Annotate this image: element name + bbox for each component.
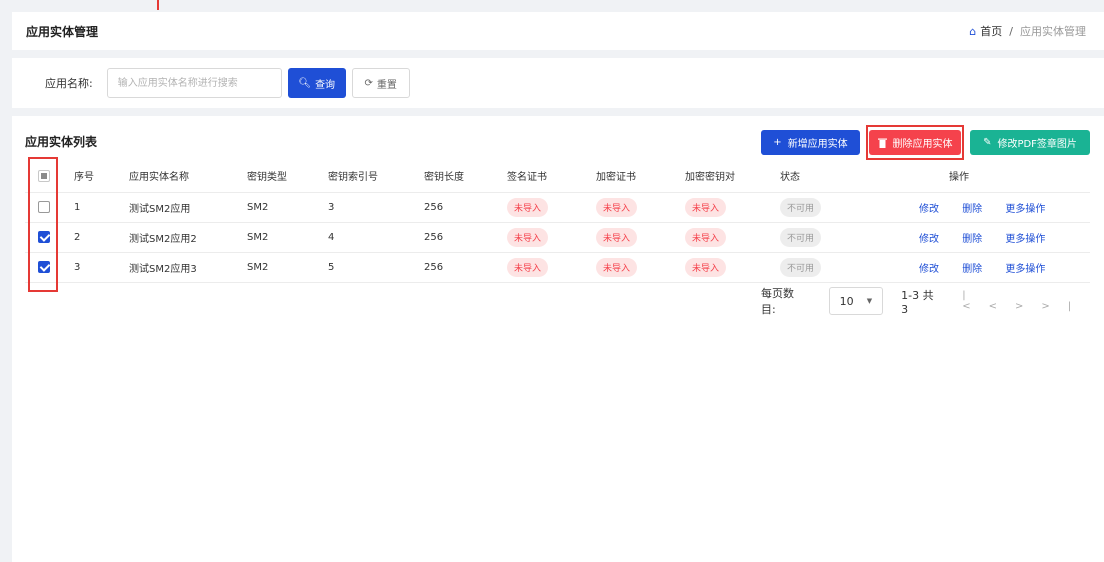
search-icon: 🔍︎: [298, 77, 312, 89]
sign-cert-badge: 未导入: [507, 197, 549, 217]
column-header: 序号: [74, 160, 129, 193]
list-title: 应用实体列表: [25, 135, 98, 149]
edit-pdf-seal-button[interactable]: ✎ 修改PDF签章图片: [970, 130, 1090, 155]
home-icon[interactable]: ⌂: [969, 25, 976, 38]
delete-entity-label: 删除应用实体: [892, 139, 953, 150]
column-header: 密钥长度: [424, 160, 507, 193]
page-nav: |<<>>|: [962, 290, 1104, 312]
row-key-type: SM2: [247, 252, 328, 283]
red-marker: [157, 0, 159, 10]
reset-button-label: 重置: [376, 79, 397, 91]
plus-icon: +: [773, 137, 782, 148]
breadcrumb: ⌂ 首页 / 应用实体管理: [969, 23, 1086, 39]
edit-link[interactable]: 修改: [919, 200, 939, 215]
column-header: 应用实体名称: [129, 160, 247, 193]
sign-cert-badge: 未导入: [507, 227, 549, 247]
row-checkbox[interactable]: [38, 201, 50, 213]
row-entity-name: 测试SM2应用: [129, 192, 247, 223]
pagination: 每页数目: 10 ▼ 1-3 共 3 |<<>>|: [761, 286, 1104, 316]
refresh-icon: ⟳: [364, 77, 373, 89]
table-row: 2 测试SM2应用2 SM2 4 256 未导入 未导入 未导入 不可用 修改 …: [25, 222, 1090, 253]
entity-table: 序号 应用实体名称 密钥类型 密钥索引号 密钥长度 签名证书 加密证书 加密密钥…: [25, 160, 1090, 283]
breadcrumb-separator: /: [1009, 24, 1013, 38]
enc-cert-badge: 未导入: [596, 197, 638, 217]
app-name-search-input[interactable]: [106, 68, 282, 98]
more-actions-link[interactable]: 更多操作: [1005, 260, 1045, 275]
enc-keypair-badge: 未导入: [685, 197, 727, 217]
page-size-value: 10: [839, 294, 854, 308]
table-row: 1 测试SM2应用 SM2 3 256 未导入 未导入 未导入 不可用 修改 删…: [25, 192, 1090, 223]
entity-list-panel: 应用实体列表 + 新增应用实体 删除应用实体 ✎ 修改PDF签章图片 序号 应用…: [12, 116, 1104, 562]
breadcrumb-current: 应用实体管理: [1020, 25, 1086, 38]
add-entity-label: 新增应用实体: [787, 139, 848, 150]
select-all-checkbox[interactable]: [38, 169, 50, 182]
search-button-label: 查询: [315, 79, 336, 91]
more-actions-link[interactable]: 更多操作: [1005, 230, 1045, 245]
row-number: 3: [74, 252, 129, 283]
reset-button[interactable]: ⟳ 重置: [351, 68, 410, 98]
more-actions-link[interactable]: 更多操作: [1005, 200, 1045, 215]
next-page-icon[interactable]: >: [1015, 301, 1041, 312]
enc-cert-badge: 未导入: [596, 227, 638, 247]
page-header: 应用实体管理 ⌂ 首页 / 应用实体管理: [12, 12, 1104, 50]
page-size-label: 每页数目:: [761, 287, 794, 316]
row-checkbox[interactable]: [38, 231, 50, 243]
row-number: 1: [74, 192, 129, 223]
column-header: 加密密钥对: [685, 160, 780, 193]
column-header: 加密证书: [596, 160, 685, 193]
table-row: 3 测试SM2应用3 SM2 5 256 未导入 未导入 未导入 不可用 修改 …: [25, 252, 1090, 283]
edit-pdf-seal-label: 修改PDF签章图片: [997, 139, 1077, 150]
search-bar: 应用名称: 🔍︎ 查询 ⟳ 重置: [12, 58, 1104, 108]
enc-keypair-badge: 未导入: [685, 227, 727, 247]
breadcrumb-home[interactable]: 首页: [980, 23, 1002, 39]
page-range: 1-3 共 3: [901, 288, 934, 316]
add-entity-button[interactable]: + 新增应用实体: [761, 130, 860, 155]
sign-cert-badge: 未导入: [507, 257, 549, 277]
trash-icon: [877, 138, 887, 148]
row-key-length: 256: [424, 252, 507, 283]
table-header-row: 序号 应用实体名称 密钥类型 密钥索引号 密钥长度 签名证书 加密证书 加密密钥…: [25, 160, 1090, 193]
row-entity-name: 测试SM2应用2: [129, 222, 247, 253]
row-entity-name: 测试SM2应用3: [129, 252, 247, 283]
row-key-length: 256: [424, 222, 507, 253]
column-header: 签名证书: [507, 160, 596, 193]
chevron-down-icon: ▼: [866, 297, 873, 305]
page-title: 应用实体管理: [26, 24, 99, 39]
row-checkbox[interactable]: [38, 261, 50, 273]
column-header: 密钥类型: [247, 160, 328, 193]
delete-link[interactable]: 删除: [962, 260, 982, 275]
prev-page-icon[interactable]: <: [989, 301, 1015, 312]
status-badge: 不可用: [780, 197, 822, 217]
row-key-length: 256: [424, 192, 507, 223]
row-number: 2: [74, 222, 129, 253]
column-header: 操作: [877, 160, 1090, 193]
row-key-type: SM2: [247, 222, 328, 253]
status-badge: 不可用: [780, 227, 822, 247]
app-name-label: 应用名称:: [45, 77, 93, 90]
edit-link[interactable]: 修改: [919, 230, 939, 245]
column-header: 状态: [780, 160, 877, 193]
delete-entity-button[interactable]: 删除应用实体: [869, 130, 961, 155]
delete-link[interactable]: 删除: [962, 200, 982, 215]
status-badge: 不可用: [780, 257, 822, 277]
column-header: 密钥索引号: [328, 160, 424, 193]
last-page-icon[interactable]: >|: [1041, 301, 1089, 312]
delete-link[interactable]: 删除: [962, 230, 982, 245]
pencil-icon: ✎: [983, 137, 992, 148]
enc-keypair-badge: 未导入: [685, 257, 727, 277]
page-size-select[interactable]: 10 ▼: [828, 287, 884, 315]
row-key-type: SM2: [247, 192, 328, 223]
row-key-index: 4: [328, 222, 424, 253]
search-button[interactable]: 🔍︎ 查询: [287, 68, 346, 98]
edit-link[interactable]: 修改: [919, 260, 939, 275]
row-key-index: 3: [328, 192, 424, 223]
first-page-icon[interactable]: |<: [962, 290, 988, 312]
enc-cert-badge: 未导入: [596, 257, 638, 277]
row-key-index: 5: [328, 252, 424, 283]
